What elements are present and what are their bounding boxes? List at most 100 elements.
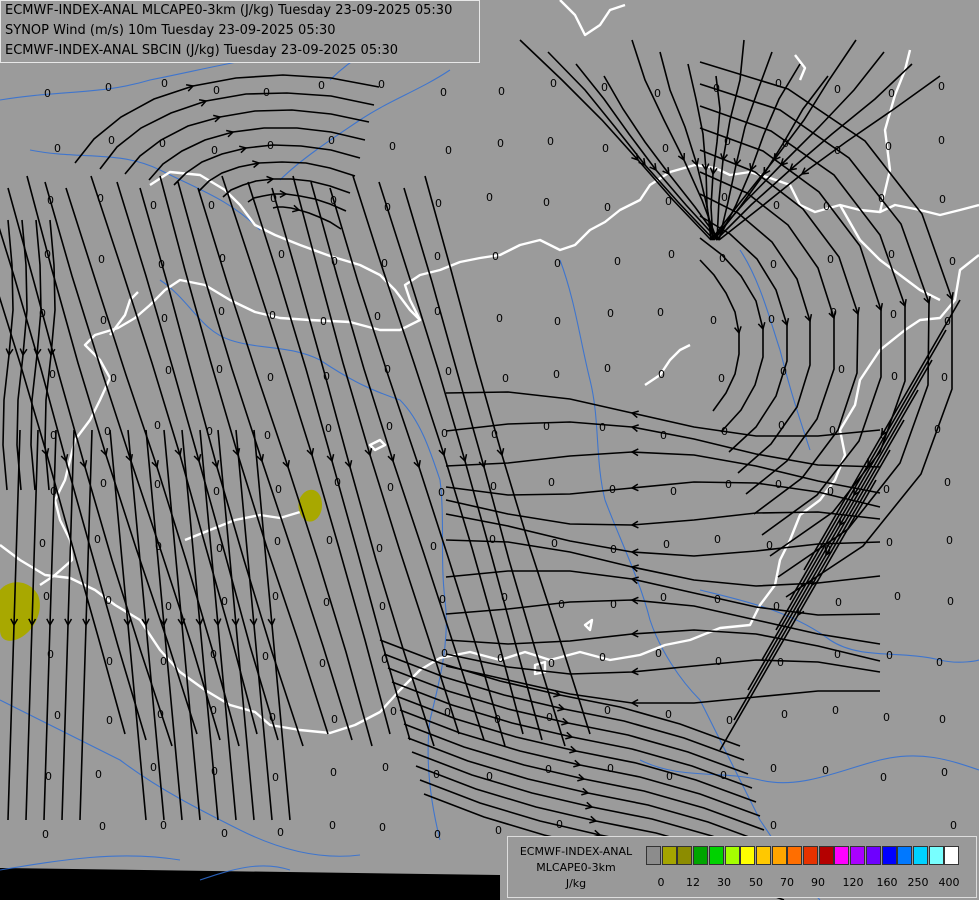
cape-value-label: 0 [269, 711, 276, 724]
cape-value-label: 0 [944, 476, 951, 489]
header-sbcin-title: ECMWF-INDEX-ANAL SBCIN (J/kg) Tuesday 23… [5, 43, 399, 58]
cape-value-label: 0 [502, 372, 509, 385]
cape-value-label: 0 [213, 485, 220, 498]
cape-value-label: 0 [607, 762, 614, 775]
cape-value-label: 0 [780, 365, 787, 378]
cape-value-label: 0 [886, 536, 893, 549]
cape-value-label: 0 [389, 140, 396, 153]
legend-swatch [944, 846, 960, 865]
cape-value-label: 0 [666, 770, 673, 783]
cape-value-label: 0 [54, 709, 61, 722]
legend-tick-label: 30 [717, 876, 731, 889]
cape-value-label: 0 [47, 648, 54, 661]
cape-value-label: 0 [886, 649, 893, 662]
cape-value-label: 0 [320, 315, 327, 328]
cape-value-label: 0 [556, 818, 563, 831]
cape-value-label: 0 [97, 192, 104, 205]
cape-value-label: 0 [434, 250, 441, 263]
cape-value-label: 0 [433, 768, 440, 781]
cape-value-label: 0 [325, 422, 332, 435]
legend-swatch [803, 846, 818, 865]
cape-value-label: 0 [492, 250, 499, 263]
cape-value-label: 0 [665, 195, 672, 208]
cape-value-label: 0 [430, 540, 437, 553]
cape-value-label: 0 [386, 420, 393, 433]
legend-swatch [693, 846, 709, 865]
cape-value-label: 0 [43, 590, 50, 603]
cape-value-label: 0 [219, 252, 226, 265]
map-header-box: ECMWF-INDEX-ANAL MLCAPE0-3km (J/kg) Tues… [0, 0, 480, 63]
cape-value-label: 0 [267, 139, 274, 152]
cape-value-label: 0 [161, 312, 168, 325]
cape-value-label: 0 [824, 543, 831, 556]
cape-value-label: 0 [330, 194, 337, 207]
cape-value-label: 0 [326, 534, 333, 547]
cape-value-label: 0 [941, 766, 948, 779]
cape-value-label: 0 [604, 201, 611, 214]
cape-value-label: 0 [835, 596, 842, 609]
cape-value-label: 0 [714, 593, 721, 606]
cape-value-label: 0 [45, 770, 52, 783]
cape-value-label: 0 [434, 828, 441, 841]
legend-swatch [771, 846, 787, 865]
cape-value-label: 0 [44, 87, 51, 100]
cape-value-label: 0 [663, 538, 670, 551]
cape-value-label: 0 [782, 137, 789, 150]
cape-value-label: 0 [497, 137, 504, 150]
cape-value-label: 0 [768, 313, 775, 326]
cape-value-label: 0 [766, 539, 773, 552]
cape-value-label: 0 [890, 308, 897, 321]
cape-value-label: 0 [599, 421, 606, 434]
cape-value-label: 0 [946, 534, 953, 547]
cape-value-label: 0 [262, 650, 269, 663]
cape-value-label: 0 [158, 258, 165, 271]
cape-value-label: 0 [497, 652, 504, 665]
cape-value-label: 0 [726, 714, 733, 727]
cape-value-label: 0 [374, 310, 381, 323]
legend-title-source: ECMWF-INDEX-ANAL [519, 845, 633, 858]
cape-value-label: 0 [384, 201, 391, 214]
cape-value-label: 0 [714, 533, 721, 546]
cape-value-label: 0 [439, 593, 446, 606]
cape-value-label: 0 [100, 477, 107, 490]
cape-value-label: 0 [319, 657, 326, 670]
cape-value-label: 0 [154, 419, 161, 432]
cape-value-label: 0 [830, 306, 837, 319]
cape-value-label: 0 [775, 77, 782, 90]
cape-value-label: 0 [662, 142, 669, 155]
legend-swatch [897, 846, 913, 865]
legend-swatch [834, 846, 850, 865]
cape-value-label: 0 [160, 819, 167, 832]
cape-value-label: 0 [599, 651, 606, 664]
header-mlcape-title: ECMWF-INDEX-ANAL MLCAPE0-3km (J/kg) Tues… [5, 3, 453, 18]
cape-value-label: 0 [441, 647, 448, 660]
cape-value-label: 0 [272, 590, 279, 603]
cape-value-label: 0 [165, 364, 172, 377]
cape-value-label: 0 [553, 368, 560, 381]
cape-value-label: 0 [773, 600, 780, 613]
cape-value-label: 0 [880, 429, 887, 442]
cape-value-label: 0 [834, 83, 841, 96]
cape-value-label: 0 [155, 540, 162, 553]
cape-value-label: 0 [883, 711, 890, 724]
legend-tick-label: 120 [842, 876, 864, 889]
cape-value-label: 0 [827, 253, 834, 266]
cape-value-label: 0 [491, 428, 498, 441]
header-wind-title: SYNOP Wind (m/s) 10m Tuesday 23-09-2025 … [5, 23, 336, 38]
cape-value-label: 0 [218, 305, 225, 318]
cape-value-label: 0 [720, 769, 727, 782]
cape-value-label: 0 [211, 765, 218, 778]
cape-value-label: 0 [94, 533, 101, 546]
legend-tick-label: 12 [686, 876, 700, 889]
cape-value-label: 0 [106, 655, 113, 668]
cape-value-label: 0 [211, 144, 218, 157]
legend-swatch [818, 846, 834, 865]
cape-value-label: 0 [379, 600, 386, 613]
cape-value-label: 0 [604, 362, 611, 375]
cape-value-label: 0 [104, 425, 111, 438]
cape-value-label: 0 [390, 705, 397, 718]
cape-value-label: 0 [658, 368, 665, 381]
cape-value-label: 0 [827, 485, 834, 498]
cape-value-label: 0 [329, 819, 336, 832]
cape-value-label: 0 [724, 135, 731, 148]
